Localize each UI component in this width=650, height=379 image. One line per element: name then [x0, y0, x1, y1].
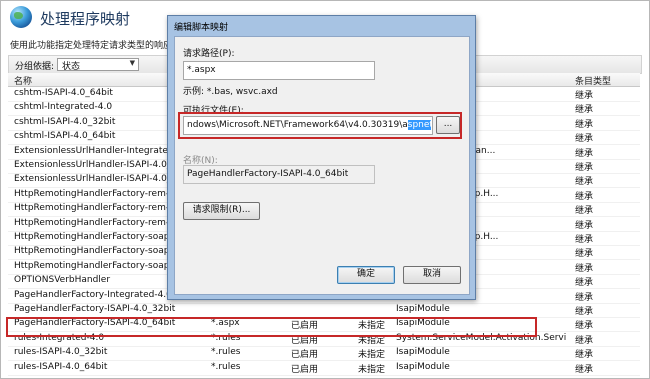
globe-land-shape — [14, 12, 23, 19]
group-by-value: 状态 — [62, 62, 81, 72]
name-value: PageHandlerFactory-ISAPI-4.0_64bit — [187, 169, 349, 179]
cell-entry-type: 继承 — [575, 321, 594, 332]
cell-entry-type: 继承 — [575, 235, 594, 245]
table-row[interactable]: rules-ISAPI-4.0_64bit *.rules 已启用 未指定 IsapiM… — [8, 361, 640, 376]
cell-entry-type: 继承 — [575, 163, 594, 173]
cell-entry-type: 继承 — [575, 191, 594, 202]
cell-handler: IsapiModule — [396, 361, 450, 372]
cell-entry-type: 继承 — [575, 335, 594, 346]
cell-name: rules-ISAPI-4.0_64bit — [14, 361, 108, 372]
page-title: 处理程序映射 — [40, 10, 131, 28]
name-input: PageHandlerFactory-ISAPI-4.0_64bit — [183, 165, 375, 184]
group-by-select[interactable]: 状态 ▼ — [57, 58, 139, 72]
cancel-button[interactable]: 取消 — [403, 266, 461, 284]
column-header-name[interactable]: 名称 — [14, 74, 32, 87]
cell-entry-type: 继承 — [575, 364, 594, 375]
cell-state: 已启用 — [291, 350, 319, 361]
cell-name: PageHandlerFactory-ISAPI-4.0_32bit — [14, 304, 176, 314]
highlight-box-selected-row — [6, 317, 537, 337]
page-description: 使用此功能指定处理特定请求类型的响应的 — [10, 41, 182, 51]
cell-entry-type: 继承 — [575, 148, 594, 159]
cell-entry-type: 继承 — [575, 206, 594, 217]
dialog-title: 编辑脚本映射 — [174, 23, 229, 33]
cell-entry-type: 继承 — [575, 119, 594, 130]
cell-entry-type: 继承 — [575, 350, 594, 361]
cell-entry-type: 继承 — [575, 177, 594, 188]
request-path-example: 示例: *.bas, wsvc.axd — [183, 87, 278, 97]
cell-entry-type: 继承 — [575, 91, 594, 101]
dialog-body: 请求路径(P): *.aspx 示例: *.bas, wsvc.axd 可执行文… — [174, 36, 470, 295]
dialog-titlebar[interactable]: 编辑脚本映射 — [168, 16, 475, 36]
request-path-value: *.aspx — [187, 65, 216, 75]
cell-verb: 未指定 — [358, 364, 386, 375]
cell-entry-type: 继承 — [575, 249, 594, 260]
ok-button[interactable]: 确定 — [337, 266, 395, 284]
cell-handler: IsapiModule — [396, 347, 450, 358]
cell-state: 已启用 — [291, 364, 319, 375]
cell-entry-type: 继承 — [575, 220, 594, 231]
chevron-down-icon: ▼ — [129, 59, 135, 67]
cell-path: *.rules — [211, 347, 241, 358]
column-header-entry-type[interactable]: 条目类型 — [575, 74, 611, 87]
edit-script-map-dialog: 编辑脚本映射 请求路径(P): *.aspx 示例: *.bas, wsvc.a… — [167, 15, 476, 300]
table-row[interactable]: rules-ISAPI-4.0_32bit *.rules 已启用 未指定 IsapiM… — [8, 346, 640, 362]
cell-verb: 未指定 — [358, 350, 386, 361]
cell-path: *.rules — [211, 361, 241, 372]
request-path-input[interactable]: *.aspx — [183, 61, 375, 80]
cell-entry-type: 继承 — [575, 105, 594, 116]
cell-entry-type: 继承 — [575, 134, 594, 145]
cell-entry-type: 继承 — [575, 307, 594, 317]
cell-handler: IsapiModule — [396, 304, 450, 314]
request-path-label: 请求路径(P): — [183, 49, 235, 59]
request-restrictions-button[interactable]: 请求限制(R)... — [183, 202, 260, 220]
cell-name: rules-ISAPI-4.0_32bit — [14, 347, 108, 358]
cell-entry-type: 继承 — [575, 263, 594, 274]
group-by-label: 分组依据: — [15, 62, 55, 72]
highlight-box-executable — [178, 112, 462, 139]
cell-entry-type: 继承 — [575, 278, 594, 289]
cell-entry-type: 继承 — [575, 292, 594, 303]
table-row[interactable]: PageHandlerFactory-ISAPI-4.0_32bit IsapiM… — [8, 303, 640, 318]
